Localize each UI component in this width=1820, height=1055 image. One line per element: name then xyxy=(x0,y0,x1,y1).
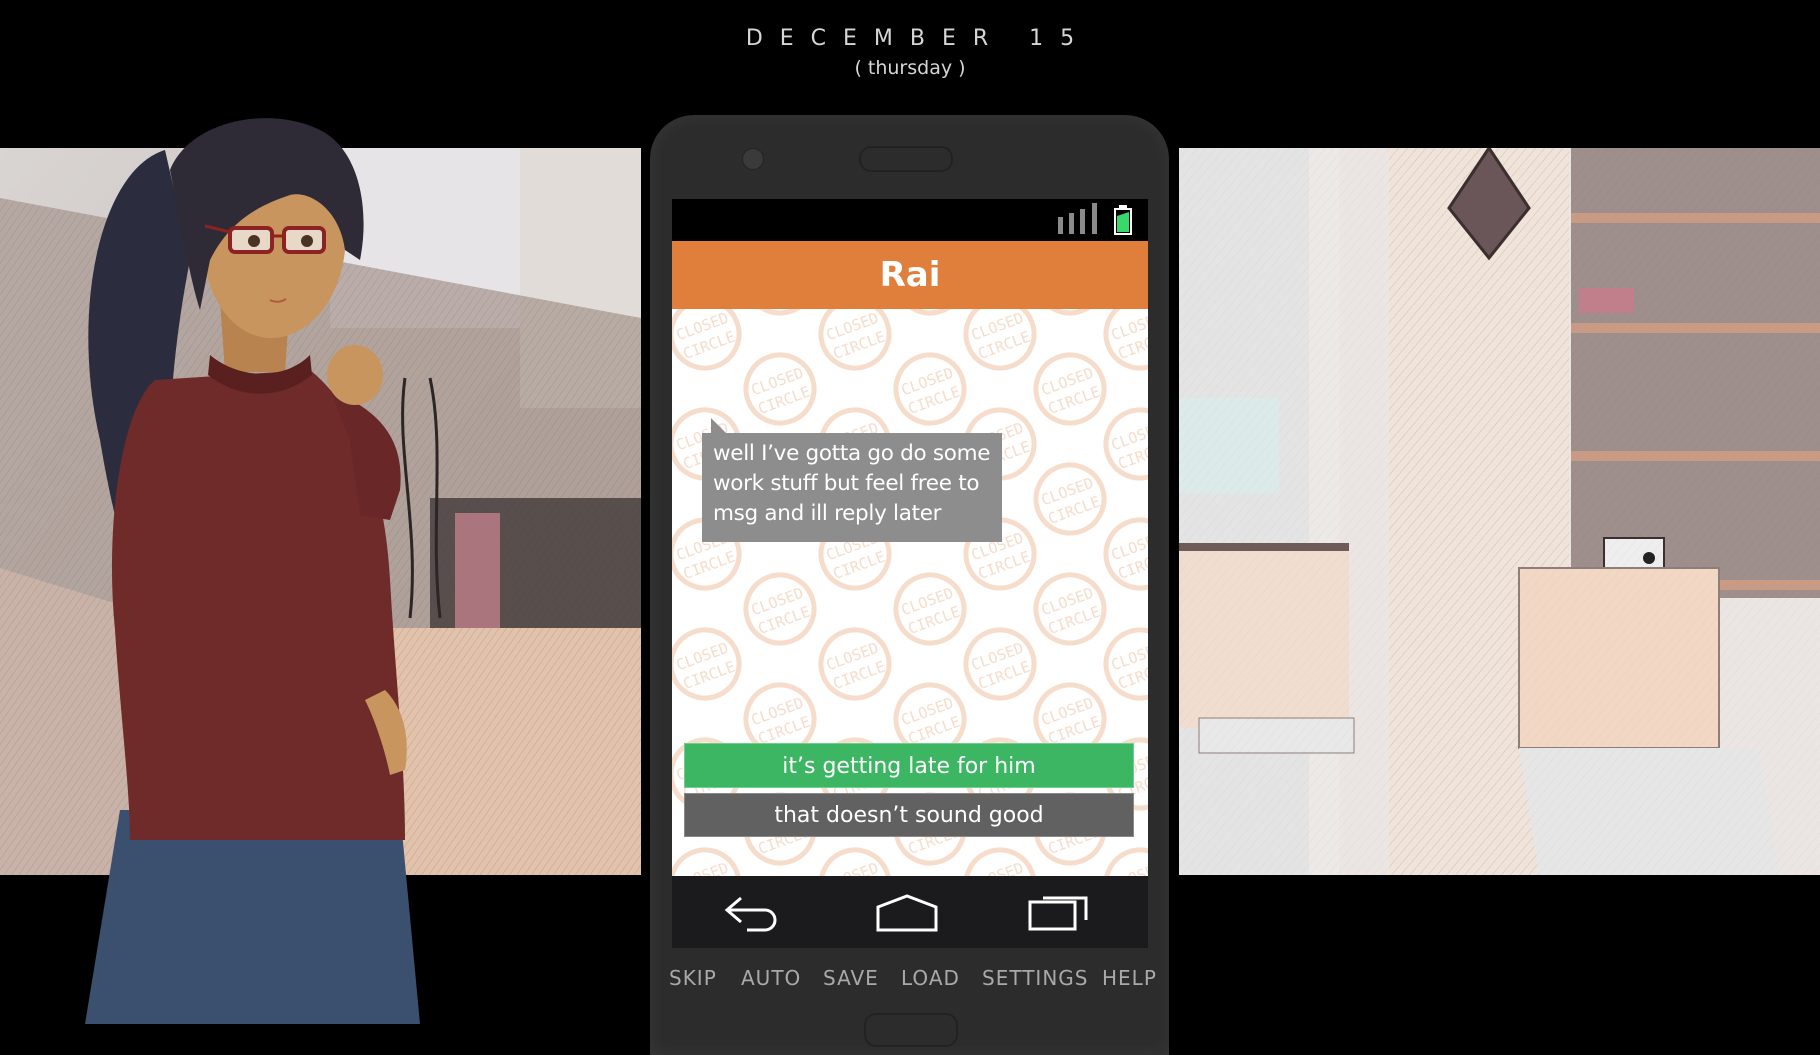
watermark-stamp: CLOSEDCIRCLE xyxy=(1103,407,1148,481)
recent-apps-icon[interactable] xyxy=(1027,890,1097,934)
watermark-stamp: CLOSEDCIRCLE xyxy=(818,627,892,701)
watermark-stamp: CLOSEDCIRCLE xyxy=(1103,309,1148,371)
watermark-stamp: CLOSEDCIRCLE xyxy=(963,309,1037,371)
phone-nav-bar xyxy=(672,876,1148,948)
menu-auto-button[interactable]: AUTO xyxy=(741,966,801,990)
choice-button[interactable]: that doesn’t sound good xyxy=(684,793,1134,837)
chat-body: CLOSED CIRCLE CLOSED CIRCLE CLOSED CIRCLE CLOS… xyxy=(672,309,1148,876)
signal-bar xyxy=(1080,209,1085,234)
home-icon[interactable] xyxy=(872,890,942,934)
watermark-stamp: CLOSEDCIRCLE xyxy=(818,847,892,876)
battery-icon xyxy=(1114,205,1132,235)
menu-help-button[interactable]: HELP xyxy=(1102,966,1157,990)
watermark-stamp: CLOSEDCIRCLE xyxy=(893,309,967,316)
watermark-stamp: CLOSEDCIRCLE xyxy=(1033,572,1107,646)
watermark-stamp: CLOSEDCIRCLE xyxy=(1103,517,1148,591)
message-bubble-tail xyxy=(711,418,727,434)
watermark-stamp: CLOSEDCIRCLE xyxy=(1033,462,1107,536)
message-line: work stuff but feel free to xyxy=(713,471,980,496)
game-menu: SKIP AUTO SAVE LOAD SETTINGS HELP xyxy=(650,966,1169,996)
watermark-stamp: CLOSEDCIRCLE xyxy=(818,309,892,371)
status-bar xyxy=(672,199,1148,241)
watermark-stamp: CLOSEDCIRCLE xyxy=(672,847,742,876)
choice-button-selected[interactable]: it’s getting late for him xyxy=(684,743,1134,788)
message-line: msg and ill reply later xyxy=(713,501,942,526)
watermark-stamp: CLOSEDCIRCLE xyxy=(743,572,817,646)
signal-bar xyxy=(1092,203,1097,234)
watermark-stamp: CLOSEDCIRCLE xyxy=(672,627,742,701)
watermark-stamp: CLOSEDCIRCLE xyxy=(1033,309,1107,316)
date-weekday: ( thursday ) xyxy=(854,57,966,79)
menu-skip-button[interactable]: SKIP xyxy=(669,966,717,990)
watermark-stamp: CLOSEDCIRCLE xyxy=(1103,627,1148,701)
incoming-message-bubble: well I’ve gotta go do some work stuff bu… xyxy=(702,433,1002,542)
menu-save-button[interactable]: SAVE xyxy=(823,966,879,990)
watermark-stamp: CLOSEDCIRCLE xyxy=(743,352,817,426)
back-arrow-icon[interactable] xyxy=(717,890,787,934)
phone-screen: Rai CLOSED CIRCLE CLOSED CIRCLE CLOSED CIRCLE… xyxy=(672,199,1148,876)
watermark-stamp: CLOSEDCIRCLE xyxy=(963,627,1037,701)
menu-settings-button[interactable]: SETTINGS xyxy=(982,966,1088,990)
background-right-scene xyxy=(1179,148,1820,875)
phone-speaker xyxy=(859,146,953,172)
character-sprite xyxy=(60,110,480,1024)
menu-load-button[interactable]: LOAD xyxy=(901,966,960,990)
date-title: DECEMBER 15 xyxy=(745,26,1092,51)
closed-circle-watermark-pattern: CLOSEDCIRCLECLOSEDCIRCLECLOSEDCIRCLECLOS… xyxy=(672,309,1148,876)
watermark-stamp: CLOSEDCIRCLE xyxy=(893,572,967,646)
watermark-stamp: CLOSEDCIRCLE xyxy=(1033,352,1107,426)
signal-bar xyxy=(1069,213,1074,234)
watermark-stamp: CLOSEDCIRCLE xyxy=(963,847,1037,876)
watermark-stamp: CLOSEDCIRCLE xyxy=(743,309,817,316)
watermark-stamp: CLOSEDCIRCLE xyxy=(893,352,967,426)
signal-bars-icon xyxy=(1058,217,1063,234)
chat-contact-name: Rai xyxy=(672,241,1148,309)
message-line: well I’ve gotta go do some xyxy=(713,441,991,466)
watermark-stamp: CLOSEDCIRCLE xyxy=(672,309,742,371)
phone-home-button xyxy=(864,1013,958,1047)
watermark-stamp: CLOSEDCIRCLE xyxy=(1103,847,1148,876)
phone-camera-icon xyxy=(742,148,764,170)
